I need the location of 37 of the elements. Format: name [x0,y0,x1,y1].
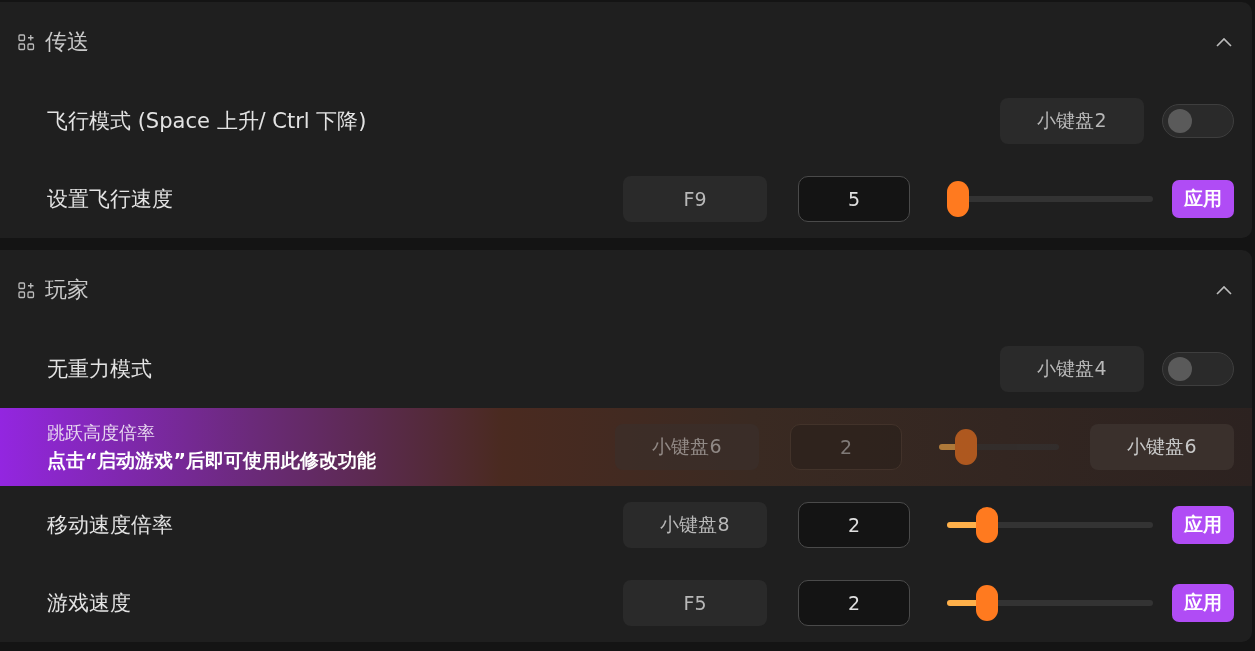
hotkey-button[interactable]: F5 [623,580,767,626]
chevron-up-icon[interactable] [1216,285,1232,295]
toggle-switch[interactable] [1162,352,1234,386]
value-field[interactable]: 5 [798,176,910,222]
section-title: 玩家 [45,276,90,304]
setting-label: 飞行模式 (Space 上升/ Ctrl 下降) [47,108,368,135]
hotkey-button[interactable]: 小键盘6 [1090,424,1234,470]
setting-label: 移动速度倍率 [47,512,174,539]
chevron-up-icon[interactable] [1216,37,1232,47]
section-title: 传送 [45,28,90,56]
hotkey-button[interactable]: 小键盘2 [1000,98,1144,144]
slider-thumb[interactable] [976,507,999,543]
value-field[interactable]: 2 [790,424,902,470]
banner-hint: 点击“启动游戏”后即可使用此修改功能 [47,447,377,473]
grid-plus-icon [18,281,35,299]
slider-thumb[interactable] [947,181,969,217]
grid-plus-icon [18,33,35,51]
hotkey-button[interactable]: 小键盘6 [615,424,759,470]
slider[interactable] [947,181,1153,217]
hotkey-button[interactable]: F9 [623,176,767,222]
apply-button[interactable]: 应用 [1172,584,1234,622]
hotkey-button[interactable]: 小键盘8 [623,502,767,548]
slider[interactable] [947,507,1153,543]
hotkey-button[interactable]: 小键盘4 [1000,346,1144,392]
slider-thumb[interactable] [976,585,999,621]
slider-thumb[interactable] [954,429,977,465]
value-field[interactable]: 2 [798,580,910,626]
apply-button[interactable]: 应用 [1172,506,1234,544]
toggle-switch[interactable] [1162,104,1234,138]
slider[interactable] [939,429,1059,465]
value-field[interactable]: 2 [798,502,910,548]
apply-button[interactable]: 应用 [1172,180,1234,218]
setting-label: 设置飞行速度 [47,186,174,213]
setting-label: 游戏速度 [47,590,132,617]
slider[interactable] [947,585,1153,621]
banner-title: 跳跃高度倍率 [47,420,156,445]
setting-label: 无重力模式 [47,356,153,383]
